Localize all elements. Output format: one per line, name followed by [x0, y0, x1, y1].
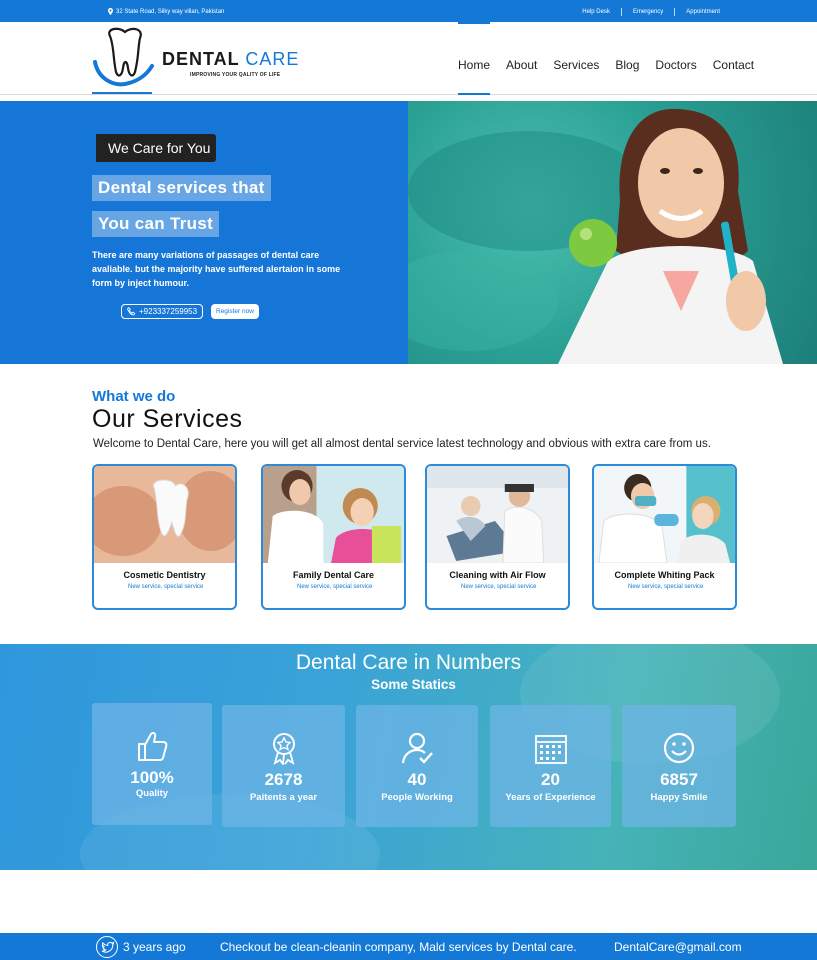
- hero-headline-line2: You can Trust: [92, 211, 220, 237]
- stat-label: Paitents a year: [249, 792, 318, 803]
- top-info-bar: 32 State Road, Silky way villan, Pakista…: [0, 0, 817, 22]
- service-card-cosmetic[interactable]: Cosmetic Dentistry New service, special …: [92, 464, 237, 610]
- award-ribbon-icon: [272, 733, 295, 765]
- numbers-subtitle: Some Statics: [371, 677, 456, 692]
- services-title: Our Services: [92, 405, 243, 433]
- stat-label: People Working: [381, 792, 453, 803]
- dentist-chair-image: [427, 466, 568, 563]
- brand-name-part2: CARE: [245, 49, 300, 69]
- hero-banner: We Care for You Dental services that You…: [0, 101, 817, 364]
- service-card-subtitle: New service, special service: [297, 584, 373, 590]
- top-links: Help Desk Emergency Appointment: [571, 8, 731, 16]
- emergency-link[interactable]: Emergency: [620, 8, 674, 16]
- phone-icon: [127, 307, 136, 316]
- smiley-icon: [663, 732, 695, 764]
- nav-about[interactable]: About: [500, 22, 543, 95]
- hero-image: [408, 101, 817, 364]
- stat-value: 40: [407, 770, 427, 789]
- hero-text-panel: We Care for You Dental services that You…: [0, 101, 408, 364]
- register-button[interactable]: Register now: [211, 304, 259, 319]
- tooth-in-hands-image: [94, 466, 235, 563]
- nav-blog[interactable]: Blog: [609, 22, 645, 95]
- phone-number: +923337259953: [139, 307, 198, 316]
- calendar-icon: [534, 735, 567, 764]
- service-card-cleaning[interactable]: Cleaning with Air Flow New service, spec…: [425, 464, 570, 610]
- stat-experience: 20 Years of Experience: [490, 705, 611, 827]
- contact-email[interactable]: DentalCare@gmail.com: [614, 940, 742, 954]
- hero-description: There are many variations of passages of…: [92, 250, 341, 288]
- dentist-examining-child-image: [594, 466, 735, 563]
- service-card-title: Cleaning with Air Flow: [449, 570, 546, 580]
- stat-label: Happy Smile: [650, 792, 708, 803]
- hero-headline-line1: Dental services that: [92, 175, 271, 201]
- help-desk-link[interactable]: Help Desk: [571, 8, 621, 16]
- stat-value: 6857: [660, 770, 698, 789]
- stat-value: 100%: [130, 768, 174, 787]
- stat-value: 20: [541, 770, 560, 789]
- twitter-button[interactable]: [96, 936, 118, 958]
- logo[interactable]: DENTAL CARE IMPROVING YOUR QALITY OF LIF…: [92, 26, 302, 88]
- brand-tagline: IMPROVING YOUR QALITY OF LIFE: [190, 72, 281, 78]
- stat-patients: 2678 Paitents a year: [222, 705, 345, 827]
- twitter-bird-icon: [101, 940, 115, 953]
- footer-bar: 3 years ago Checkout be clean-cleanin co…: [0, 933, 817, 960]
- service-card-title: Family Dental Care: [292, 570, 375, 580]
- phone-button[interactable]: +923337259953: [121, 304, 204, 319]
- appointment-link[interactable]: Appointment: [674, 8, 731, 16]
- stat-quality: 100% Quality: [92, 703, 212, 825]
- nav-contact[interactable]: Contact: [707, 22, 760, 95]
- nav-doctors[interactable]: Doctors: [649, 22, 702, 95]
- numbers-section: Dental Care in Numbers Some Statics 100%…: [0, 644, 817, 870]
- smiling-woman-with-apple-image: [408, 108, 783, 364]
- location-pin-icon: [108, 8, 113, 15]
- service-card-subtitle: New service, special service: [461, 584, 537, 590]
- address-text: 32 State Road, Silky way villan, Pakista…: [116, 8, 225, 15]
- service-card-family[interactable]: Family Dental Care New service, special …: [261, 464, 406, 610]
- service-card-title: Complete Whiting Pack: [614, 570, 715, 580]
- service-card-title: Cosmetic Dentistry: [123, 570, 206, 580]
- tweet-time: 3 years ago: [123, 940, 186, 954]
- tweet-message: Checkout be clean-cleanin company, Mald …: [220, 940, 577, 954]
- services-intro: Welcome to Dental Care, here you will ge…: [93, 438, 711, 450]
- stat-label: Quality: [135, 788, 169, 799]
- stat-value: 2678: [264, 770, 303, 789]
- stat-smiles: 6857 Happy Smile: [622, 705, 736, 827]
- logo-underline: [92, 92, 152, 94]
- service-card-subtitle: New service, special service: [628, 584, 704, 590]
- service-card-subtitle: New service, special service: [128, 584, 204, 590]
- stat-label: Years of Experience: [505, 792, 596, 803]
- nav-home[interactable]: Home: [452, 22, 496, 95]
- nav-services[interactable]: Services: [547, 22, 605, 95]
- header: DENTAL CARE IMPROVING YOUR QALITY OF LIF…: [0, 22, 817, 95]
- main-nav: Home About Services Blog Doctors Contact: [452, 22, 764, 95]
- numbers-title: Dental Care in Numbers: [295, 651, 522, 674]
- brand-name: DENTAL CARE: [162, 49, 299, 70]
- services-kicker: What we do: [92, 388, 176, 405]
- hero-badge: We Care for You: [92, 134, 217, 162]
- service-card-whitening[interactable]: Complete Whiting Pack New service, speci…: [592, 464, 737, 610]
- stat-people: 40 People Working: [356, 705, 478, 827]
- address: 32 State Road, Silky way villan, Pakista…: [108, 8, 224, 15]
- dentist-with-girl-image: [263, 466, 404, 563]
- brand-name-part1: DENTAL: [162, 49, 240, 69]
- thumbs-up-icon: [138, 732, 168, 761]
- user-check-icon: [401, 732, 433, 764]
- tooth-logo-icon: [93, 27, 154, 87]
- service-cards: Cosmetic Dentistry New service, special …: [92, 464, 737, 610]
